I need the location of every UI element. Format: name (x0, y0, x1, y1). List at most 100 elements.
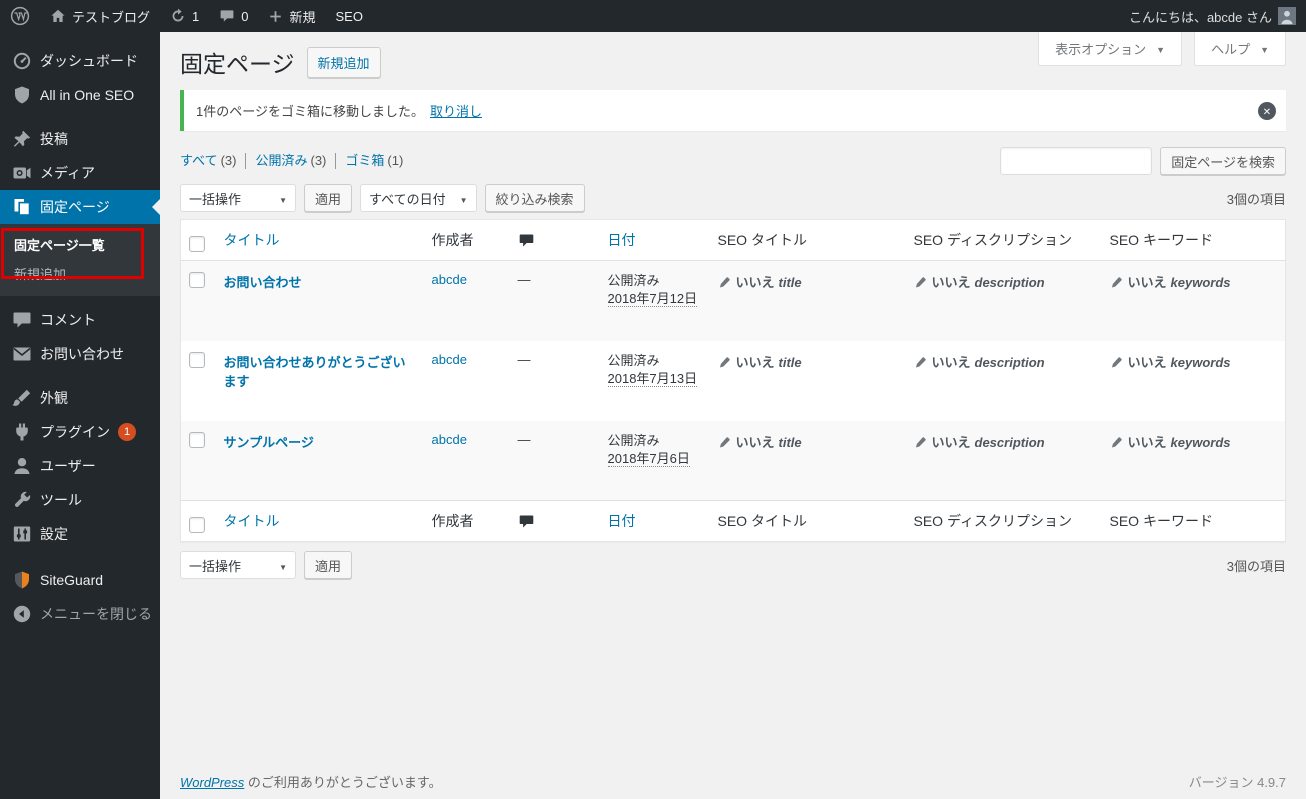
filter-button[interactable]: 絞り込み検索 (484, 184, 585, 212)
caret-down-icon (279, 191, 287, 206)
screen-options-tab[interactable]: 表示オプション (1038, 32, 1183, 66)
wordpress-link[interactable]: WordPress (180, 775, 244, 790)
pushpin-icon (12, 129, 32, 149)
seo-answer: いいえ (1127, 354, 1167, 370)
plugin-update-badge: 1 (118, 423, 136, 441)
seo-title-header: SEO タイトル (707, 500, 904, 542)
seo-menu[interactable]: SEO (326, 0, 373, 32)
seo-label: SEO (335, 8, 363, 24)
menu-label: メディア (40, 165, 96, 181)
comment-count-cell: — (517, 351, 531, 367)
screen-meta-links: 表示オプション ヘルプ (1038, 32, 1286, 66)
sort-date-header[interactable]: 日付 (608, 513, 636, 529)
page-title-link[interactable]: お問い合わせありがとうございます (224, 355, 406, 389)
wp-logo-menu[interactable] (0, 0, 40, 32)
version-text: バージョン 4.9.7 (1188, 775, 1286, 790)
menu-appearance[interactable]: 外観 (0, 381, 160, 415)
help-tab[interactable]: ヘルプ (1194, 32, 1286, 66)
edit-pencil-icon (1110, 276, 1123, 289)
view-published-link[interactable]: 公開済み (3) (255, 153, 326, 168)
submenu-all-pages[interactable]: 固定ページ一覧 (0, 230, 160, 259)
seo-field-name: keywords (1170, 354, 1231, 370)
menu-label: お問い合わせ (40, 346, 124, 362)
menu-comments[interactable]: コメント (0, 303, 160, 337)
select-all-checkbox[interactable] (189, 236, 205, 252)
apply-button[interactable]: 適用 (304, 184, 353, 212)
edit-pencil-icon (914, 436, 927, 449)
add-new-button[interactable]: 新規追加 (306, 46, 381, 78)
post-status: 公開済み (607, 352, 660, 368)
footer: WordPress のご利用ありがとうございます。 バージョン 4.9.7 (180, 772, 1286, 791)
menu-label: 投稿 (40, 131, 68, 147)
bulk-action-value: 一括操作 (189, 191, 242, 207)
search-button[interactable]: 固定ページを検索 (1160, 147, 1286, 175)
author-link[interactable]: abcde (432, 432, 467, 447)
seo-answer: いいえ (1127, 434, 1167, 450)
menu-tools[interactable]: ツール (0, 483, 160, 517)
comment-bubble-icon (219, 8, 235, 24)
menu-siteguard[interactable]: SiteGuard (0, 563, 160, 597)
footer-thanks: WordPress のご利用ありがとうございます。 (180, 772, 442, 791)
plugin-icon (12, 422, 32, 442)
caret-down-icon (1260, 41, 1269, 56)
row-checkbox[interactable] (189, 351, 205, 368)
comments-menu[interactable]: 0 (209, 0, 258, 32)
row-checkbox[interactable] (189, 431, 205, 448)
date-filter-value: すべての日付 (369, 191, 446, 207)
menu-posts[interactable]: 投稿 (0, 122, 160, 156)
site-name-menu[interactable]: テストブログ (40, 0, 160, 32)
menu-label: All in One SEO (40, 87, 135, 103)
menu-users[interactable]: ユーザー (0, 449, 160, 483)
menu-settings[interactable]: 設定 (0, 517, 160, 551)
row-checkbox[interactable] (189, 272, 205, 288)
view-count: (1) (387, 153, 404, 169)
menu-label: メニューを閉じる (40, 606, 152, 622)
edit-pencil-icon (914, 356, 927, 369)
menu-media[interactable]: メディア (0, 156, 160, 190)
page-title-link[interactable]: サンプルページ (224, 435, 314, 450)
dismiss-notice-button[interactable] (1258, 101, 1276, 120)
menu-label: プラグイン (40, 424, 110, 440)
menu-all-in-one-seo[interactable]: All in One SEO (0, 78, 160, 112)
new-content-menu[interactable]: 新規 (258, 0, 325, 32)
item-count: 3個の項目 (1226, 558, 1286, 574)
view-all-link[interactable]: すべて (3) (180, 153, 236, 168)
author-link[interactable]: abcde (432, 272, 467, 287)
sort-title-header[interactable]: タイトル (224, 513, 280, 529)
undo-link[interactable]: 取り消し (430, 104, 482, 119)
seo-answer: いいえ (735, 434, 775, 450)
view-trash-link[interactable]: ゴミ箱 (1) (345, 153, 403, 168)
menu-pages[interactable]: 固定ページ (0, 190, 160, 224)
author-header: 作成者 (421, 219, 508, 261)
sort-date-header[interactable]: 日付 (608, 232, 636, 248)
search-input[interactable] (1000, 147, 1153, 175)
menu-dashboard[interactable]: ダッシュボード (0, 44, 160, 78)
apply-button[interactable]: 適用 (304, 551, 353, 579)
footer-thanks-text: のご利用ありがとうございます。 (247, 775, 442, 790)
author-link[interactable]: abcde (432, 352, 467, 367)
menu-collapse[interactable]: メニューを閉じる (0, 597, 160, 631)
media-camera-icon (12, 163, 32, 183)
bulk-action-select[interactable]: 一括操作 (180, 184, 296, 212)
select-all-checkbox[interactable] (189, 517, 205, 533)
seo-description-header: SEO ディスクリプション (903, 500, 1100, 542)
new-label: 新規 (289, 9, 316, 25)
seo-field-name: keywords (1170, 275, 1231, 290)
date-filter-select[interactable]: すべての日付 (360, 184, 477, 212)
sort-title-header[interactable]: タイトル (224, 232, 280, 248)
bulk-action-select[interactable]: 一括操作 (180, 551, 296, 579)
submenu-add-new[interactable]: 新規追加 (0, 259, 160, 288)
caret-down-icon (1156, 41, 1165, 56)
page-title: 固定ページ (180, 51, 295, 77)
menu-contact[interactable]: お問い合わせ (0, 337, 160, 371)
seo-answer: いいえ (931, 354, 971, 370)
updates-menu[interactable]: 1 (160, 0, 209, 32)
screen-options-label: 表示オプション (1055, 42, 1147, 57)
mail-envelope-icon (12, 344, 32, 364)
view-filters: すべて (3) 公開済み (3) ゴミ箱 (1) (180, 153, 412, 169)
menu-plugins[interactable]: プラグイン 1 (0, 415, 160, 449)
menu-label: 外観 (40, 390, 68, 406)
my-account-menu[interactable]: こんにちは、abcde さん (1119, 0, 1306, 32)
paintbrush-icon (12, 388, 32, 408)
page-title-link[interactable]: お問い合わせ (224, 275, 302, 290)
